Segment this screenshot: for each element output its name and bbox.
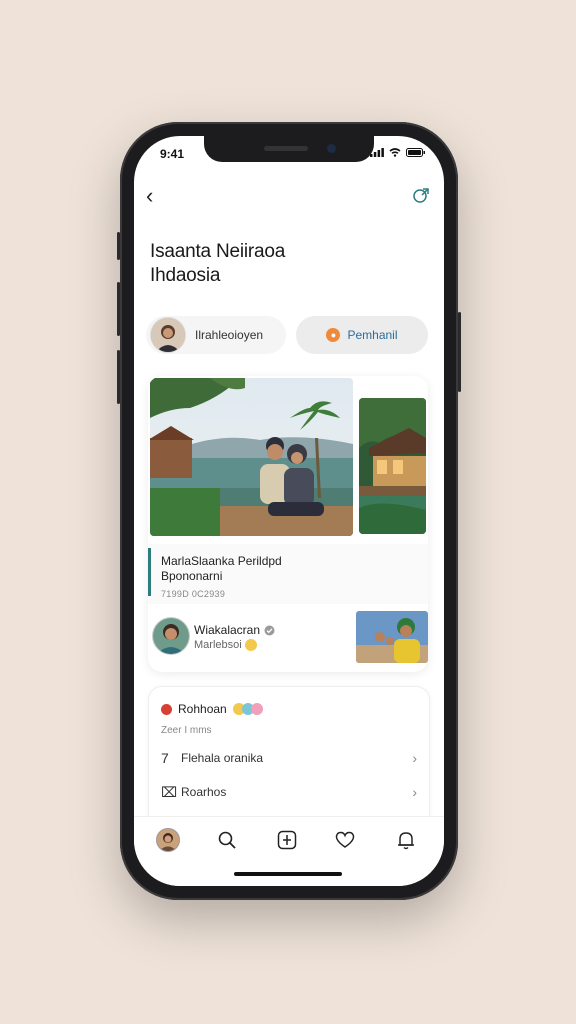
- wifi-icon: [389, 148, 401, 157]
- bell-icon: [398, 832, 414, 850]
- author-subtitle-text: Marlebsoi: [194, 639, 242, 651]
- share-icon[interactable]: [412, 186, 430, 204]
- verified-icon: [264, 625, 275, 635]
- status-icons: [370, 148, 426, 157]
- post-main-photo[interactable]: [150, 378, 353, 536]
- back-icon[interactable]: ‹: [146, 184, 153, 208]
- screen: 9:41 ‹ Isaanta Neiiraoa Ihdaosia Ilrahle…: [134, 136, 444, 886]
- smile-emoji-icon: [244, 639, 257, 651]
- section-row-label: Flehala oranika: [181, 751, 264, 765]
- caption-subtitle: Bpononarni: [161, 569, 223, 583]
- page-title-line2: Ihdaosia: [150, 265, 221, 286]
- tab-notifications[interactable]: [393, 827, 419, 853]
- author-name[interactable]: Wiakalacran: [194, 623, 275, 637]
- mute-switch: [117, 232, 120, 260]
- avatar-image: [151, 318, 185, 352]
- tag-chip-label: Pemhanil: [347, 328, 398, 342]
- battery-icon: [406, 148, 425, 157]
- author-thumbnail[interactable]: [356, 611, 428, 663]
- emoji-group-icon: [232, 703, 263, 715]
- home-indicator[interactable]: [234, 872, 342, 876]
- caption-title: MarlaSlaanka Perildpd: [161, 554, 282, 568]
- power-button: [458, 312, 461, 392]
- user-chip[interactable]: Ilrahleoioyen: [146, 316, 286, 354]
- section-row-label: Roarhos: [181, 785, 227, 799]
- chevron-right-icon: ›: [412, 750, 417, 766]
- photo-pavilion: [359, 398, 426, 534]
- tab-search[interactable]: [214, 827, 240, 853]
- notch: [204, 136, 374, 162]
- heart-icon: [335, 831, 355, 848]
- photo-lake-couple: [150, 378, 353, 536]
- author-subtitle: Marlebsoi: [194, 639, 257, 651]
- tab-favorites[interactable]: [332, 827, 358, 853]
- post-side-photo[interactable]: [359, 398, 426, 534]
- record-dot-icon: [161, 703, 172, 715]
- status-time: 9:41: [160, 147, 185, 161]
- tag-dot-icon: ●: [326, 328, 341, 342]
- tab-profile[interactable]: [155, 827, 181, 853]
- volume-up-button: [117, 282, 120, 336]
- section-count: Zeer I mms: [161, 725, 212, 736]
- list-icon: ⌧: [161, 783, 178, 800]
- author-avatar[interactable]: [152, 617, 190, 655]
- camera: [327, 144, 336, 153]
- profile-avatar-icon: [156, 828, 180, 852]
- section-row[interactable]: ⌧ Roarhos ›: [161, 779, 417, 805]
- section-header-text: Rohhoan: [178, 702, 227, 716]
- tab-create[interactable]: [274, 827, 300, 853]
- author-avatar-image: [153, 618, 189, 654]
- add-icon: [277, 830, 297, 850]
- post-card[interactable]: MarlaSlaanka Perildpd Bpononarni 7199D 0…: [148, 376, 428, 672]
- thumbnail-image: [356, 611, 428, 663]
- page-title-line1: Isaanta Neiiraoa: [150, 241, 286, 262]
- chevron-right-icon: ›: [412, 784, 417, 800]
- volume-down-button: [117, 350, 120, 404]
- section-row[interactable]: 7 Flehala oranika ›: [161, 745, 417, 771]
- author-name-text: Wiakalacran: [194, 623, 261, 637]
- page-title: Isaanta Neiiraoa Ihdaosia: [150, 240, 420, 288]
- caption-accent-bar: [148, 548, 151, 596]
- phone-frame: 9:41 ‹ Isaanta Neiiraoa Ihdaosia Ilrahle…: [117, 122, 461, 900]
- search-icon: [218, 831, 236, 849]
- speaker: [264, 146, 308, 151]
- caption-meta: 7199D 0C2939: [161, 589, 226, 599]
- tag-chip[interactable]: ● Pemhanil: [296, 316, 428, 354]
- number-icon: 7: [161, 750, 169, 766]
- avatar: [150, 317, 186, 353]
- top-nav: ‹: [134, 184, 444, 212]
- post-caption: MarlaSlaanka Perildpd Bpononarni 7199D 0…: [148, 544, 428, 604]
- post-author-row[interactable]: Wiakalacran Marlebsoi: [148, 611, 428, 671]
- user-chip-label: Ilrahleoioyen: [195, 328, 264, 342]
- section-header: Rohhoan: [161, 702, 263, 716]
